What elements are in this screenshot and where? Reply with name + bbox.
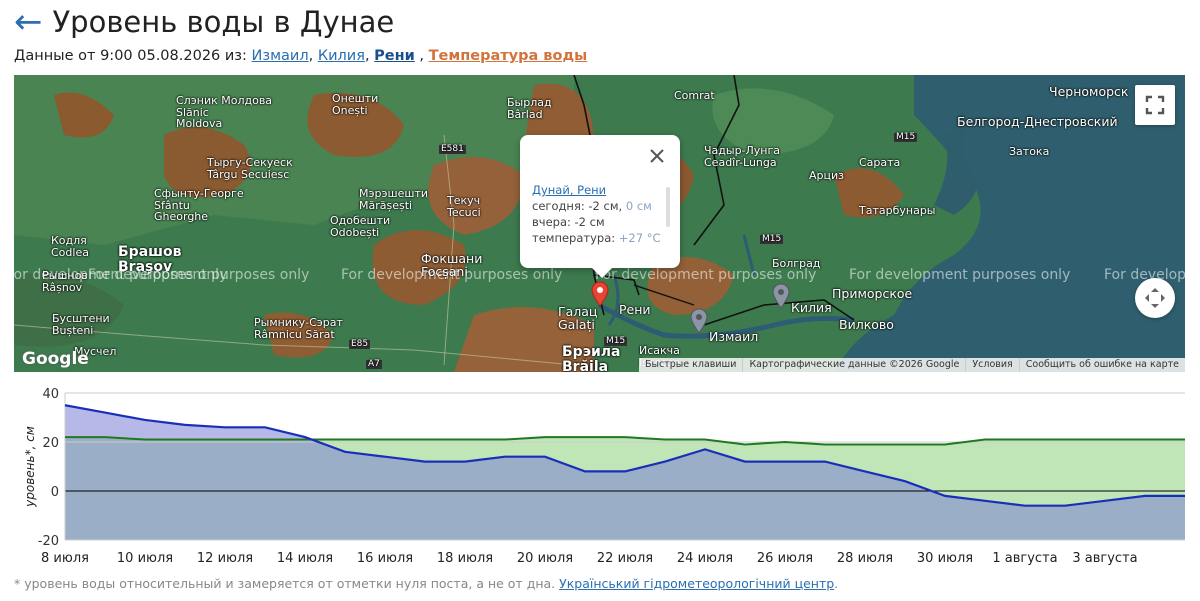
map-label: Вилково <box>839 317 894 332</box>
link-kiliya[interactable]: Килия <box>318 48 365 64</box>
separator: , <box>419 48 425 64</box>
map-label: Кодля Codlea <box>51 234 89 259</box>
temperature-label: температура: <box>532 231 616 245</box>
x-tick-label: 3 августа <box>1072 551 1137 566</box>
x-tick-label: 12 июля <box>197 551 253 566</box>
map-label: Затока <box>1009 145 1050 158</box>
x-tick-label: 20 июля <box>517 551 573 566</box>
google-logo: Google <box>22 349 89 369</box>
temperature-value: +27 °C <box>618 231 661 245</box>
map-label: Килия <box>791 300 832 315</box>
map-label: Приморское <box>832 286 913 301</box>
x-tick-label: 26 июля <box>757 551 813 566</box>
y-tick-label: 20 <box>42 436 59 451</box>
map-label: Арциз <box>809 169 844 182</box>
y-axis-label: уровень*, см <box>23 426 37 508</box>
road-label: M15 <box>760 234 784 245</box>
fullscreen-icon <box>1145 95 1165 115</box>
station-link[interactable]: Дунай, Рени <box>532 183 606 197</box>
map-label: Галац Galați <box>558 304 598 333</box>
y-tick-label: -20 <box>38 534 59 549</box>
map-label: Comrat <box>674 89 715 102</box>
popup-scrollbar[interactable] <box>666 187 670 227</box>
road-label: E581 <box>439 144 466 155</box>
today-change: 0 см <box>625 199 652 213</box>
keyboard-shortcuts-link[interactable]: Быстрые клавиши <box>639 358 742 372</box>
footnote-end: . <box>834 576 839 591</box>
close-icon[interactable] <box>648 147 666 165</box>
yesterday-value: -2 см <box>574 215 605 229</box>
station-info-popup: Дунай, Рени сегодня: -2 см, 0 см вчера: … <box>520 135 680 278</box>
road-label: A7 <box>366 359 382 370</box>
data-source-line: Данные от 9:00 05.08.2026 из: Измаил, Ки… <box>14 48 587 64</box>
map-label: Текуч Tecuci <box>447 194 481 219</box>
map-marker-reni-icon[interactable] <box>591 281 609 307</box>
dev-watermark: For development purposes only <box>88 267 310 283</box>
y-tick-label: 40 <box>42 387 59 402</box>
source-prefix: Данные от 9:00 05.08.2026 из: <box>14 48 247 64</box>
link-izmail[interactable]: Измаил <box>252 48 309 64</box>
yesterday-label: вчера: <box>532 215 571 229</box>
map-label: Тыргу-Секуеск Târgu Secuiesc <box>207 156 293 181</box>
map-label: Рымнику-Сэрат Râmnicu Sărat <box>254 316 343 341</box>
map-data-credit: Картографические данные ©2026 Google <box>742 358 965 372</box>
terms-link[interactable]: Условия <box>965 358 1018 372</box>
map-label: Чадыр-Лунга Ceadîr-Lunga <box>704 144 781 169</box>
x-tick-label: 24 июля <box>677 551 733 566</box>
footnote-text: * уровень воды относительный и замеряетс… <box>14 576 556 591</box>
map-label: Мэрэшешти Mărășești <box>359 187 429 212</box>
map-pan-button[interactable] <box>1135 278 1175 318</box>
map-label: Одобешти Odobești <box>330 214 391 239</box>
road-label: M15 <box>604 336 628 347</box>
x-tick-label: 1 августа <box>992 551 1057 566</box>
x-tick-label: 14 июля <box>277 551 333 566</box>
today-value: -2 см, <box>588 199 623 213</box>
map-label: Черноморск <box>1049 84 1129 99</box>
map-label: Сарата <box>859 156 901 169</box>
map-label: Брэила Brăila <box>562 344 621 372</box>
page-title: Уровень воды в Дунае <box>52 5 395 39</box>
map-marker-kiliya-icon[interactable] <box>772 283 790 309</box>
map-label: Бырлад Bârlad <box>507 96 552 121</box>
link-reni[interactable]: Рени <box>374 48 415 64</box>
map-label: Онешти Onești <box>332 92 379 117</box>
map-view[interactable]: Слэник Молдова Slănic Moldova Онешти Onești… <box>14 75 1185 372</box>
map-attribution: Быстрые клавиши Картографические данные … <box>638 358 1185 372</box>
map-label: Белгород-Днестровский <box>957 114 1118 129</box>
x-tick-label: 16 июля <box>357 551 413 566</box>
back-arrow-icon[interactable]: ← <box>14 5 43 39</box>
map-marker-izmail-icon[interactable] <box>690 308 708 334</box>
x-tick-label: 18 июля <box>437 551 493 566</box>
separator: , <box>364 48 370 64</box>
water-level-chart: 40 20 0 -20 8 июля 10 июля 12 июля 14 июля 16 ию… <box>23 387 1185 566</box>
report-error-link[interactable]: Сообщить об ошибке на карте <box>1018 358 1185 372</box>
x-tick-label: 30 июля <box>917 551 973 566</box>
road-label: E85 <box>349 339 371 350</box>
x-tick-label: 28 июля <box>837 551 893 566</box>
map-label: Измаил <box>709 329 759 344</box>
fullscreen-button[interactable] <box>1135 85 1175 125</box>
today-label: сегодня: <box>532 199 585 213</box>
x-tick-label: 22 июля <box>597 551 653 566</box>
y-tick-label: 0 <box>51 485 59 500</box>
separator: , <box>308 48 314 64</box>
footnote: * уровень воды относительный и замеряетс… <box>14 576 838 591</box>
map-label: Рени <box>619 302 651 317</box>
page-header: ← Уровень воды в Дунае <box>14 2 394 42</box>
dev-watermark: For development purposes only <box>595 267 817 283</box>
map-label: Сфынту-Георге Sfântu Gheorghe <box>154 187 244 224</box>
dev-watermark: For development purposes only <box>849 267 1071 283</box>
x-tick-label: 10 июля <box>117 551 173 566</box>
x-tick-label: 8 июля <box>41 551 89 566</box>
map-label: Татарбунары <box>859 204 936 217</box>
link-water-temperature[interactable]: Температура воды <box>429 48 588 64</box>
hydromet-center-link[interactable]: Український гідрометеорологічний центр <box>559 576 834 591</box>
map-label: Бусштени Bușteni <box>52 312 110 337</box>
pan-arrows-icon <box>1145 288 1165 308</box>
road-label: M15 <box>894 132 918 143</box>
dev-watermark: For development purposes only <box>341 267 563 283</box>
map-label: Слэник Молдова Slănic Moldova <box>176 94 273 131</box>
